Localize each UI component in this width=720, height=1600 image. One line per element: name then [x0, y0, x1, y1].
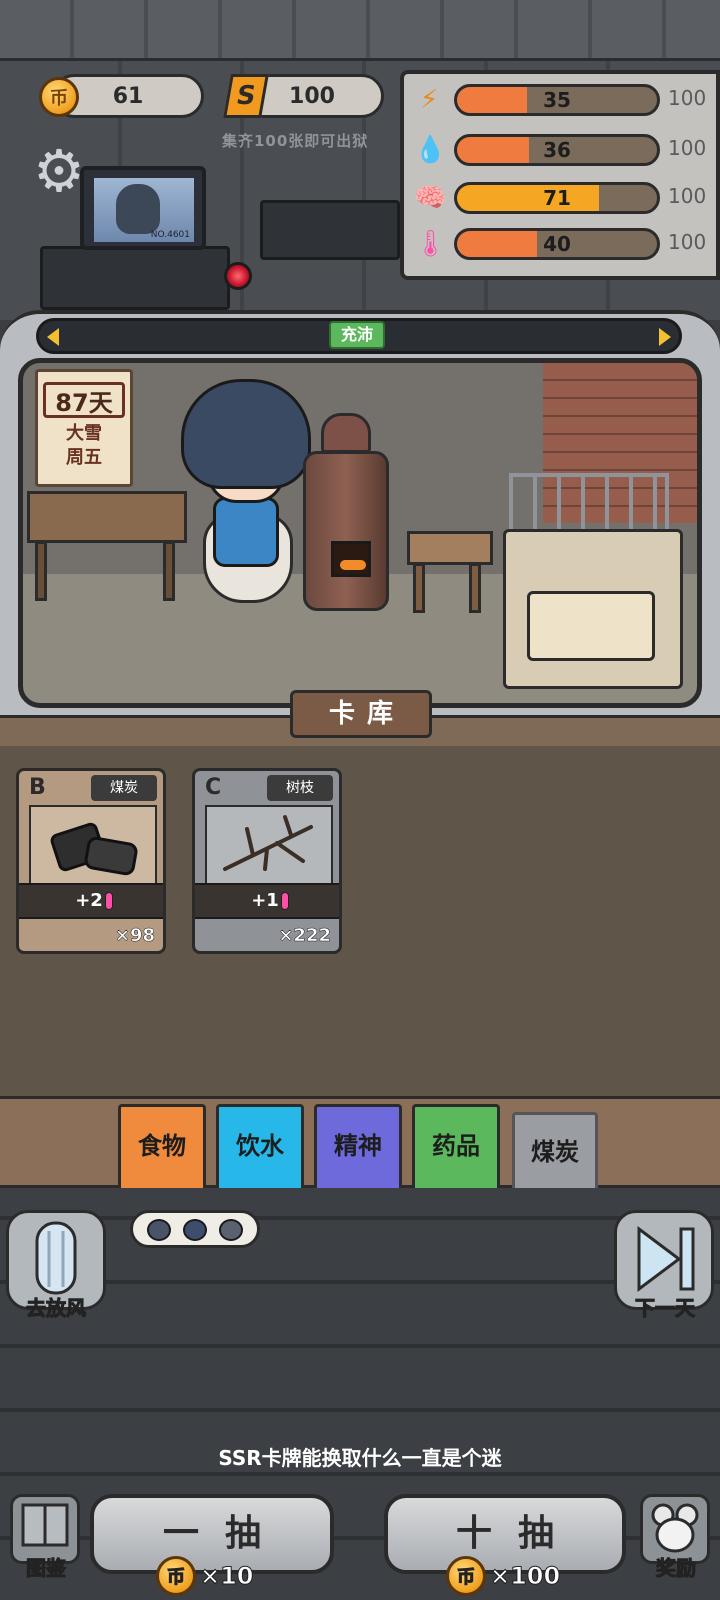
release-hint: 集齐100张即可出狱	[222, 132, 369, 150]
card-effect: +2	[19, 883, 163, 919]
stool-leg	[413, 563, 425, 613]
card-branch[interactable]: C 树枝 +1 ×222	[192, 768, 342, 954]
stool-leg	[469, 563, 481, 613]
thermometer-icon	[280, 892, 289, 910]
weekday-text: 周五	[66, 447, 102, 468]
tab-water[interactable]: 饮水	[216, 1104, 304, 1192]
table-leg	[163, 541, 175, 601]
card-count: ×222	[278, 925, 331, 947]
prisoner-monitor: NO.4601	[80, 166, 206, 250]
prisoner-character[interactable]	[181, 379, 311, 609]
tab-coal[interactable]: 煤炭	[512, 1112, 598, 1192]
single-draw-cost: 币 ×10	[156, 1556, 254, 1596]
stat-mind: 🧠 71 100	[410, 178, 720, 218]
prisoner-portrait	[116, 184, 160, 234]
coin-amount: 61	[112, 83, 144, 109]
coal-stove[interactable]	[303, 413, 389, 613]
next-day-label: 下一天	[635, 1296, 696, 1321]
card-name: 煤炭	[91, 775, 157, 801]
go-out-label: 去放风	[26, 1296, 87, 1321]
thermometer-icon	[104, 892, 113, 910]
branch-art-icon	[205, 805, 333, 889]
mood-next-arrow-icon[interactable]	[659, 328, 671, 346]
energy-value: 35	[543, 88, 571, 112]
wooden-stool	[407, 531, 493, 615]
mood-bar: 充沛	[36, 318, 682, 354]
coin-counter: 币 61	[39, 74, 204, 118]
ten-draw-cost-value: ×100	[489, 1562, 561, 1591]
guard-face-icon	[147, 1219, 171, 1241]
day-count: 87天	[43, 382, 125, 418]
machine-base	[40, 246, 230, 310]
weather-text: 大雪	[66, 423, 102, 444]
coin-icon: 币	[156, 1556, 196, 1596]
loading-tip: SSR卡牌能换取什么一直是个迷	[218, 1446, 502, 1470]
bed-headboard	[509, 473, 669, 533]
temperature-value: 40	[543, 232, 571, 256]
card-effect-value: +1	[251, 890, 279, 911]
shard-amount: 100	[289, 83, 335, 109]
temperature-bar: 40	[454, 228, 660, 260]
catalog-label: 图鉴	[26, 1556, 67, 1581]
water-max: 100	[668, 136, 707, 160]
prisoner-hair	[181, 379, 311, 489]
temperature-max: 100	[668, 230, 707, 254]
thermometer-icon: 🌡	[414, 229, 448, 259]
alarm-light	[224, 262, 252, 290]
stat-energy: ⚡ 35 100	[410, 80, 720, 120]
guard-face-icon	[183, 1219, 207, 1241]
mind-bar: 71	[454, 182, 660, 214]
stat-temperature: 🌡 40 100	[410, 224, 720, 264]
stats-panel: ⚡ 35 100 💧 36 100 🧠 71 100 🌡 40 100	[400, 70, 720, 280]
guard-face-icon	[219, 1219, 243, 1241]
shard-counter: S 100	[223, 74, 384, 118]
coal-art-icon	[29, 805, 157, 889]
rewards-label: 奖励	[656, 1556, 697, 1581]
wooden-table	[27, 491, 187, 601]
card-coal[interactable]: B 煤炭 +2 ×98	[16, 768, 166, 954]
mind-value: 71	[543, 186, 571, 210]
energy-bar: 35	[454, 84, 660, 116]
ten-draw-cost: 币 ×100	[446, 1556, 561, 1596]
tab-mind[interactable]: 精神	[314, 1104, 402, 1192]
card-grade: C	[205, 775, 222, 800]
energy-max: 100	[668, 86, 707, 110]
stove-fire	[331, 541, 371, 577]
card-effect: +1	[195, 883, 339, 919]
coin-icon: 币	[39, 77, 79, 117]
stove-lid	[321, 413, 371, 453]
shard-icon: S	[223, 74, 269, 118]
tab-food[interactable]: 食物	[118, 1104, 206, 1192]
water-bar: 36	[454, 134, 660, 166]
mind-max: 100	[668, 184, 707, 208]
card-library-title: 卡库	[290, 690, 432, 738]
water-value: 36	[543, 138, 571, 162]
stove-drum	[303, 451, 389, 611]
prisoner-thought-bubble	[130, 1210, 260, 1248]
prison-cell-scene: 87天 大雪 周五	[18, 358, 702, 708]
mood-prev-arrow-icon[interactable]	[47, 328, 59, 346]
stat-water: 💧 36 100	[410, 130, 720, 170]
table-top	[27, 491, 187, 543]
card-effect-value: +2	[75, 890, 103, 911]
card-count: ×98	[114, 925, 156, 947]
tab-medicine[interactable]: 药品	[412, 1104, 500, 1192]
water-drop-icon: 💧	[414, 135, 447, 165]
monitor-screen: NO.4601	[94, 178, 194, 242]
machine-arm	[260, 200, 400, 260]
card-name: 树枝	[267, 775, 333, 801]
bed-blanket	[527, 591, 655, 661]
lightning-icon: ⚡	[419, 85, 439, 115]
single-draw-cost-value: ×10	[200, 1562, 255, 1591]
prisoner-number: NO.4601	[150, 230, 190, 240]
calendar-sign: 87天 大雪 周五	[35, 369, 133, 487]
bed[interactable]	[503, 473, 683, 693]
prisoner-uniform	[213, 497, 279, 567]
brain-icon: 🧠	[414, 183, 447, 213]
mood-label: 充沛	[329, 321, 385, 349]
table-leg	[35, 541, 47, 601]
stool-seat	[407, 531, 493, 565]
coin-icon: 币	[446, 1556, 486, 1596]
card-grade: B	[29, 775, 46, 800]
